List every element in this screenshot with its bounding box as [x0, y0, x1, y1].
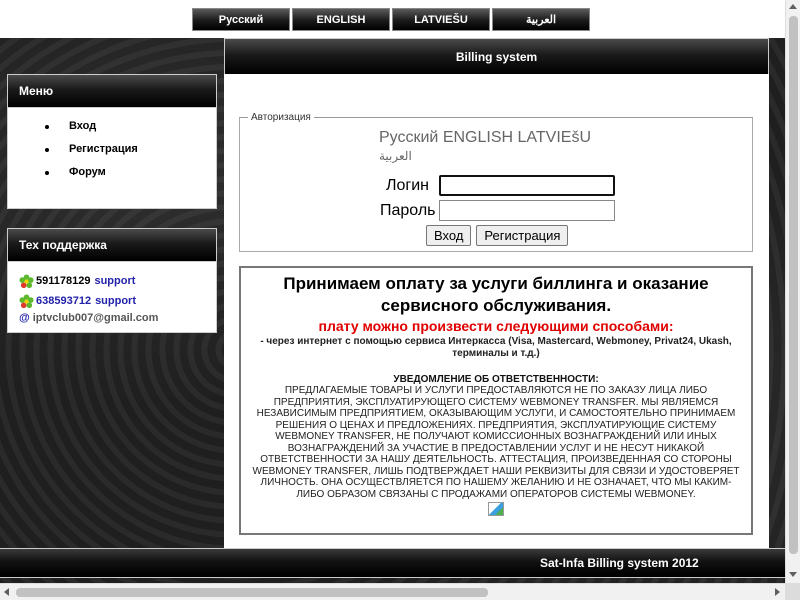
menu-item-forum[interactable]: Форум [8, 166, 216, 189]
scroll-left-arrow-icon[interactable] [4, 588, 9, 596]
scroll-down-arrow-icon[interactable] [789, 572, 797, 577]
broken-image-icon [488, 502, 504, 516]
login-input[interactable] [439, 175, 615, 196]
support-number: 638593712 [36, 295, 92, 307]
menu-item-register[interactable]: Регистрация [8, 143, 216, 166]
email-at-icon: @ [19, 312, 30, 324]
scroll-right-arrow-icon[interactable] [775, 588, 780, 596]
disclaimer-text: Предлагаемые товары и услуги предоставля… [252, 385, 740, 500]
menu-panel-title: Меню [7, 74, 217, 108]
support-contact-2: 638593712 support [19, 291, 216, 311]
horizontal-scroll-thumb[interactable] [16, 588, 488, 597]
password-input[interactable] [439, 200, 615, 221]
payment-info-box: Принимаем оплату за услуги биллинга и ок… [239, 266, 753, 535]
auth-language-links: Русский ENGLISH LATVIEšU العربية [379, 129, 639, 165]
auth-form: Авторизация Русский ENGLISH LATVIEšU الع… [239, 112, 753, 252]
menu-item-login[interactable]: Вход [8, 120, 216, 143]
horizontal-scrollbar[interactable] [0, 583, 785, 600]
language-bar: Русский ENGLISH LATVIEŠU العربية [192, 8, 590, 32]
register-button[interactable]: Регистрация [476, 225, 569, 246]
login-button[interactable]: Вход [426, 225, 472, 246]
menu-panel: Меню Вход Регистрация Форум [7, 74, 217, 209]
login-label: Логин [385, 176, 429, 194]
scroll-up-arrow-icon[interactable] [789, 4, 797, 9]
support-panel: Тех поддержка 591178129 support 63859371… [7, 228, 217, 333]
lang-button-arabic[interactable]: العربية [492, 8, 590, 31]
password-label: Пароль [380, 201, 436, 219]
support-panel-title: Тех поддержка [7, 228, 217, 262]
lang-button-russian[interactable]: Русский [192, 8, 290, 31]
auth-language-arabic[interactable]: العربية [379, 147, 639, 165]
main-title: Billing system [224, 38, 769, 74]
support-link[interactable]: support [94, 275, 135, 287]
support-email-address[interactable]: iptvclub007@gmail.com [33, 312, 159, 324]
payment-info-title: Принимаем оплату за услуги биллинга и ок… [283, 274, 709, 315]
support-contacts: 591178129 support 638593712 support @ ip… [7, 262, 217, 333]
icq-flower-icon [19, 273, 34, 288]
scrollbar-corner [785, 583, 800, 600]
auth-language-list[interactable]: Русский ENGLISH LATVIEšU [379, 129, 591, 146]
icq-flower-icon [19, 293, 34, 308]
support-number: 591178129 [36, 275, 91, 287]
main-content: Авторизация Русский ENGLISH LATVIEšU الع… [224, 74, 769, 548]
lang-button-latvian[interactable]: LATVIEŠU [392, 8, 490, 31]
vertical-scroll-thumb[interactable] [789, 16, 798, 554]
payment-methods-heading: плату можно произвести следующими способ… [318, 318, 674, 334]
disclaimer-title: УВЕДОМЛЕНИЕ ОБ ОТВЕТСТВЕННОСТИ: [393, 374, 599, 385]
menu-list: Вход Регистрация Форум [8, 120, 216, 189]
footer-text: Sat-Infa Billing system 2012 [540, 556, 699, 570]
auth-buttons: Вход Регистрация [426, 225, 569, 246]
lang-button-english[interactable]: ENGLISH [292, 8, 390, 31]
vertical-scrollbar[interactable] [785, 0, 800, 583]
support-link[interactable]: support [95, 295, 136, 307]
login-row: Логин [380, 175, 615, 196]
support-email: @ iptvclub007@gmail.com [19, 311, 216, 325]
password-row: Пароль [380, 200, 615, 221]
auth-legend: Авторизация [251, 112, 311, 123]
payment-method-interkassa: - через интернет с помощью сервиса Интер… [260, 336, 732, 359]
support-contact-1: 591178129 support [19, 271, 216, 291]
menu-list-container: Вход Регистрация Форум [7, 108, 217, 209]
footer: Sat-Infa Billing system 2012 [0, 548, 785, 578]
